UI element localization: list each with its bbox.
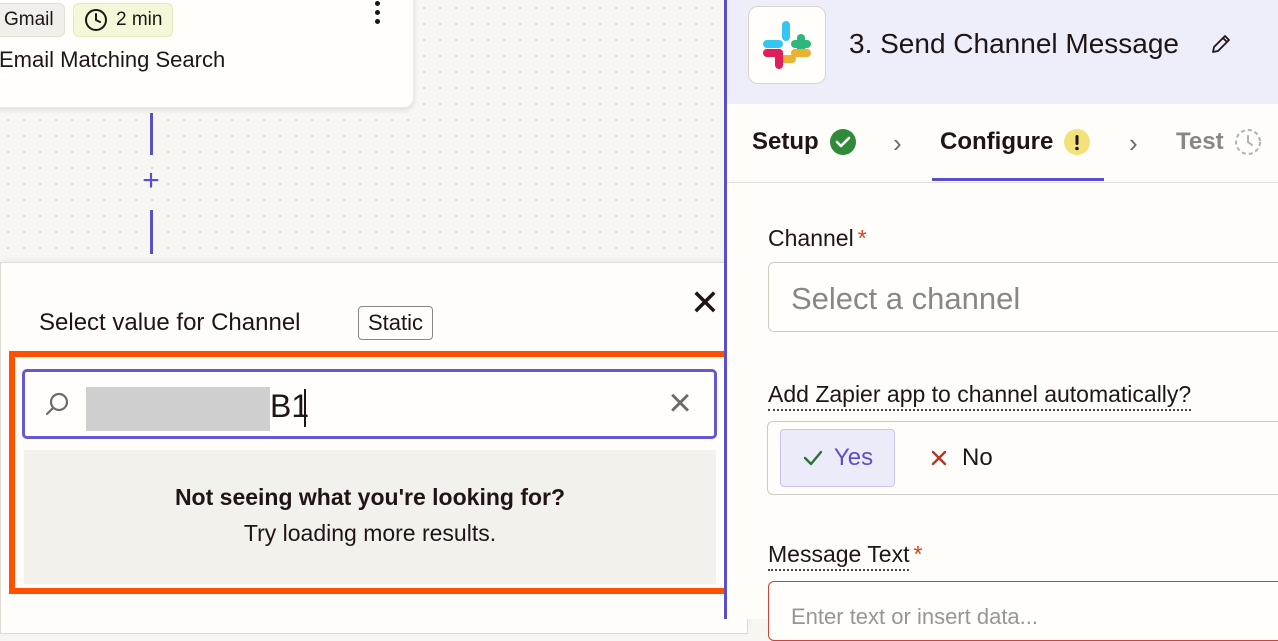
clear-search-icon[interactable]: × (665, 383, 695, 423)
empty-state: Not seeing what you're looking for? Try … (24, 450, 716, 584)
channel-select[interactable]: Select a channel (768, 262, 1278, 332)
popover-title: Select value for Channel (39, 309, 301, 336)
step-card[interactable]: Gmail 2 min Email Matching Search (0, 0, 414, 108)
auto-add-label-text: Add Zapier app to channel automatically? (768, 381, 1192, 411)
x-icon (931, 450, 947, 466)
no-label: No (962, 444, 993, 471)
required-mark: * (913, 541, 923, 567)
step-tabs: Setup › Configure › Test (727, 104, 1278, 183)
message-text-field[interactable]: Enter text or insert data... (768, 581, 1278, 641)
active-tab-indicator (932, 178, 1104, 181)
static-badge-label: Static (368, 310, 424, 335)
check-icon (803, 450, 823, 466)
auto-add-label: Add Zapier app to channel automatically? (768, 381, 1192, 411)
more-options-icon[interactable] (367, 0, 387, 27)
message-label: Message Text * (768, 541, 923, 571)
tab-configure-label: Configure (940, 128, 1054, 155)
tab-test-label: Test (1176, 128, 1224, 155)
step-title: 3. Send Channel Message (849, 28, 1179, 59)
duration-chip: 2 min (73, 3, 174, 37)
load-more-link[interactable]: Try loading more results. (24, 520, 716, 547)
chevron-right-icon: › (893, 128, 902, 158)
step-title: Email Matching Search (0, 47, 226, 72)
yes-label: Yes (833, 444, 874, 471)
connector-line (150, 113, 153, 155)
required-mark: * (857, 225, 867, 251)
message-label-text: Message Text (768, 541, 910, 571)
app-chip-label: Gmail (4, 9, 54, 30)
static-badge[interactable]: Static (358, 306, 434, 340)
message-placeholder: Enter text or insert data... (791, 604, 1039, 629)
edit-pencil-icon[interactable] (1209, 32, 1233, 56)
add-step-icon[interactable]: + (138, 166, 164, 196)
duration-label: 2 min (116, 9, 163, 30)
step-editor-panel: 3. Send Channel Message Setup › Configur… (727, 0, 1278, 641)
close-icon[interactable]: ✕ (689, 285, 721, 321)
connector-line (150, 210, 153, 254)
chevron-right-icon: › (1129, 128, 1138, 158)
auto-add-toggle: Yes No (767, 421, 1278, 495)
app-chip: Gmail (0, 3, 65, 37)
warning-icon (1064, 129, 1091, 155)
redacted-text (86, 387, 270, 431)
empty-state-heading: Not seeing what you're looking for? (174, 484, 566, 510)
yes-option[interactable]: Yes (780, 429, 895, 487)
tab-test[interactable]: Test (1176, 128, 1262, 156)
channel-label: Channel * (768, 225, 867, 252)
text-caret (304, 389, 306, 427)
check-circle-icon (829, 129, 856, 155)
panel-header: 3. Send Channel Message (727, 0, 1278, 104)
search-input[interactable]: B1 × (22, 369, 717, 439)
pending-clock-icon (1234, 129, 1261, 155)
channel-placeholder: Select a channel (791, 281, 1021, 316)
no-option[interactable]: No (918, 429, 1033, 487)
select-value-popover: Select value for Channel Static ✕ B1 × N… (0, 262, 748, 634)
search-icon (45, 392, 69, 416)
channel-label-text: Channel (768, 225, 854, 251)
slack-logo-icon (748, 6, 826, 84)
tab-setup[interactable]: Setup (752, 128, 857, 156)
tab-setup-label: Setup (752, 128, 819, 155)
tab-configure[interactable]: Configure (940, 128, 1091, 156)
clock-icon (85, 9, 107, 31)
